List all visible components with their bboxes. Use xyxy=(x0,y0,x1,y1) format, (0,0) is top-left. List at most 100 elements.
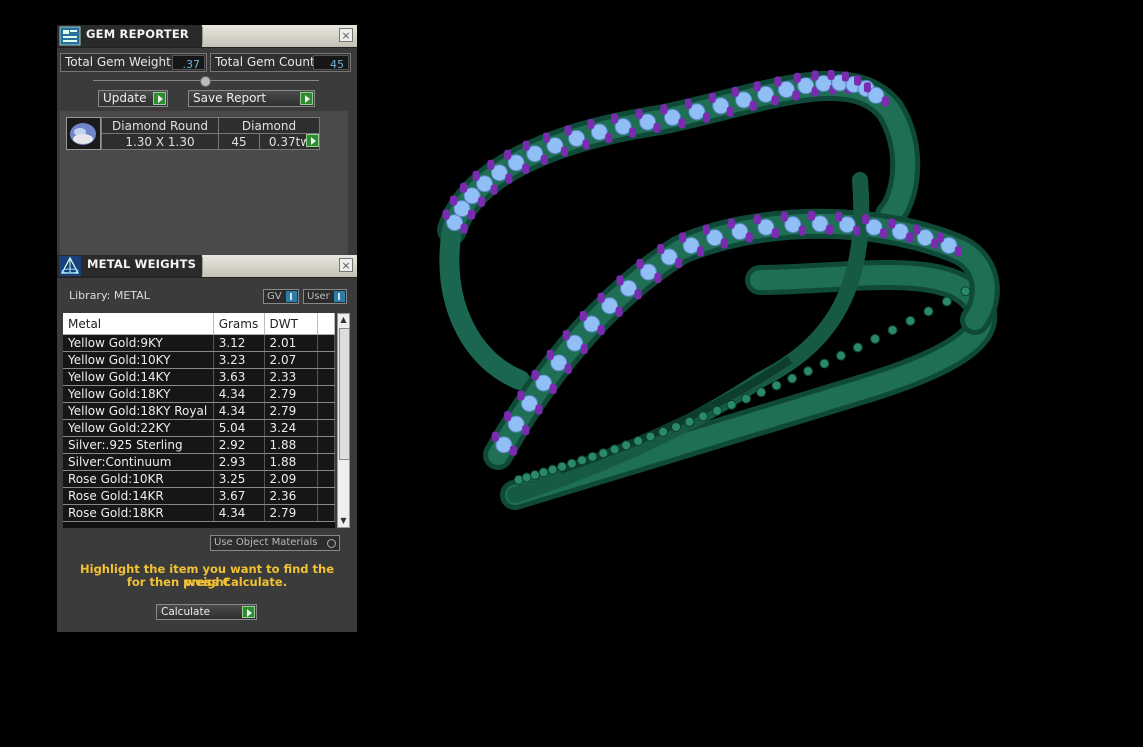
metal-table-scrollbar[interactable]: ▲ ▼ xyxy=(337,313,350,528)
library-label: Library: METAL xyxy=(69,289,150,302)
gem-reporter-titlebar[interactable]: GEM REPORTER × xyxy=(57,25,357,48)
save-report-button[interactable]: Save Report xyxy=(188,90,315,107)
dwt-cell: 2.36 xyxy=(264,487,318,505)
prong xyxy=(522,163,530,174)
prong xyxy=(535,404,543,415)
table-row[interactable]: Silver:Continuum 2.93 1.88 xyxy=(63,453,335,471)
ring-3d-viewport[interactable] xyxy=(360,0,1143,747)
total-gem-weight-value: .37 xyxy=(172,55,205,71)
save-report-arrow-icon xyxy=(300,92,313,105)
table-row[interactable]: Yellow Gold:18KY 4.34 2.79 xyxy=(63,385,335,403)
prong xyxy=(826,224,833,235)
scroll-down-icon[interactable]: ▼ xyxy=(338,515,349,527)
prong xyxy=(811,70,819,81)
metal-weights-titlebar[interactable]: METAL WEIGHTS × xyxy=(57,255,357,278)
bead xyxy=(633,436,644,447)
scroll-up-icon[interactable]: ▲ xyxy=(338,314,349,326)
prong xyxy=(490,184,498,195)
titlebar-divider xyxy=(202,27,203,45)
use-object-materials-toggle[interactable]: Use Object Materials xyxy=(210,535,340,551)
slider-handle[interactable] xyxy=(200,76,211,87)
grams-cell: 5.04 xyxy=(213,419,265,437)
prong xyxy=(936,232,944,243)
prong xyxy=(522,140,530,151)
gem-row-arrow-icon[interactable] xyxy=(306,134,319,147)
bead xyxy=(576,455,587,466)
table-row[interactable]: Yellow Gold:18KY Royal 4.34 2.79 xyxy=(63,402,335,420)
table-row[interactable]: Rose Gold:10KR 3.25 2.09 xyxy=(63,470,335,488)
metal-weights-close-button[interactable]: × xyxy=(339,258,353,272)
prong xyxy=(472,170,480,181)
save-report-button-label: Save Report xyxy=(193,91,267,105)
table-row[interactable]: Silver:.925 Sterling 2.92 1.88 xyxy=(63,436,335,454)
bead xyxy=(645,431,656,442)
column-header-dwt[interactable]: DWT xyxy=(264,313,318,335)
prong xyxy=(564,363,572,374)
gv-toggle[interactable]: GV xyxy=(263,289,299,304)
metal-weights-icon xyxy=(59,256,81,276)
gem-reporter-close-button[interactable]: × xyxy=(339,28,353,42)
gem-row-table[interactable]: Diamond Round Diamond 1.30 X 1.30 45 0.3… xyxy=(101,117,320,150)
metal-weights-panel: METAL WEIGHTS × Library: METAL GV User M… xyxy=(57,255,357,632)
bead xyxy=(923,306,934,317)
prong xyxy=(579,311,587,322)
table-row[interactable]: Yellow Gold:22KY 5.04 3.24 xyxy=(63,419,335,437)
table-row[interactable]: Yellow Gold:14KY 3.63 2.33 xyxy=(63,368,335,386)
calculate-button[interactable]: Calculate xyxy=(156,604,257,620)
scroll-thumb[interactable] xyxy=(339,328,350,460)
prong xyxy=(792,90,800,101)
bead xyxy=(741,393,752,404)
row-extra-cell xyxy=(317,368,335,386)
total-gem-count-value: 45 xyxy=(313,55,349,71)
table-row[interactable]: Yellow Gold:10KY 3.23 2.07 xyxy=(63,351,335,369)
prong xyxy=(774,76,782,87)
prong xyxy=(629,127,637,138)
update-button[interactable]: Update xyxy=(98,90,168,107)
dwt-cell: 2.79 xyxy=(264,385,318,403)
prong xyxy=(560,146,568,157)
prong xyxy=(835,211,843,222)
user-toggle-knob-icon xyxy=(334,291,345,302)
metal-table[interactable]: Metal Grams DWT Yellow Gold:9KY 3.12 2.01 Y… xyxy=(63,313,335,522)
diamond-round-icon[interactable] xyxy=(66,117,101,150)
prong xyxy=(702,224,710,235)
gem-count-cell: 45 xyxy=(217,133,261,150)
bead xyxy=(887,325,898,336)
metal-table-container[interactable]: Metal Grams DWT Yellow Gold:9KY 3.12 2.01 Y… xyxy=(63,313,335,528)
metal-table-header: Metal Grams DWT xyxy=(63,313,335,335)
bead xyxy=(960,286,971,297)
prong xyxy=(771,228,779,239)
prong xyxy=(888,218,896,229)
prong xyxy=(780,211,788,222)
gem-material-cell: Diamond xyxy=(218,117,320,134)
bead xyxy=(557,461,568,472)
row-extra-cell xyxy=(317,487,335,505)
table-row[interactable]: Rose Gold:18KR 4.34 2.79 xyxy=(63,504,335,522)
row-extra-cell xyxy=(317,504,335,522)
metal-cell: Yellow Gold:10KY xyxy=(63,351,214,369)
user-toggle[interactable]: User xyxy=(303,289,347,304)
bead xyxy=(803,366,814,377)
table-row[interactable]: Rose Gold:14KR 3.67 2.36 xyxy=(63,487,335,505)
prong xyxy=(546,349,554,360)
metal-cell: Yellow Gold:18KY Royal xyxy=(63,402,214,420)
metal-cell: Rose Gold:14KR xyxy=(63,487,214,505)
prong xyxy=(657,244,665,255)
update-button-label: Update xyxy=(103,91,147,105)
prong xyxy=(702,112,710,123)
prong xyxy=(517,390,525,401)
prong xyxy=(505,173,513,184)
prong xyxy=(504,149,512,160)
prong xyxy=(753,81,761,92)
prong xyxy=(881,96,889,107)
prong xyxy=(771,95,779,106)
prong xyxy=(853,225,861,236)
column-header-metal[interactable]: Metal xyxy=(63,313,214,335)
metal-cell: Yellow Gold:22KY xyxy=(63,419,214,437)
prong xyxy=(660,104,668,115)
grams-cell: 4.34 xyxy=(213,385,265,403)
column-header-grams[interactable]: Grams xyxy=(213,313,265,335)
table-row[interactable]: Yellow Gold:9KY 3.12 2.01 xyxy=(63,334,335,352)
prong xyxy=(675,258,683,269)
row-extra-cell xyxy=(317,453,335,471)
